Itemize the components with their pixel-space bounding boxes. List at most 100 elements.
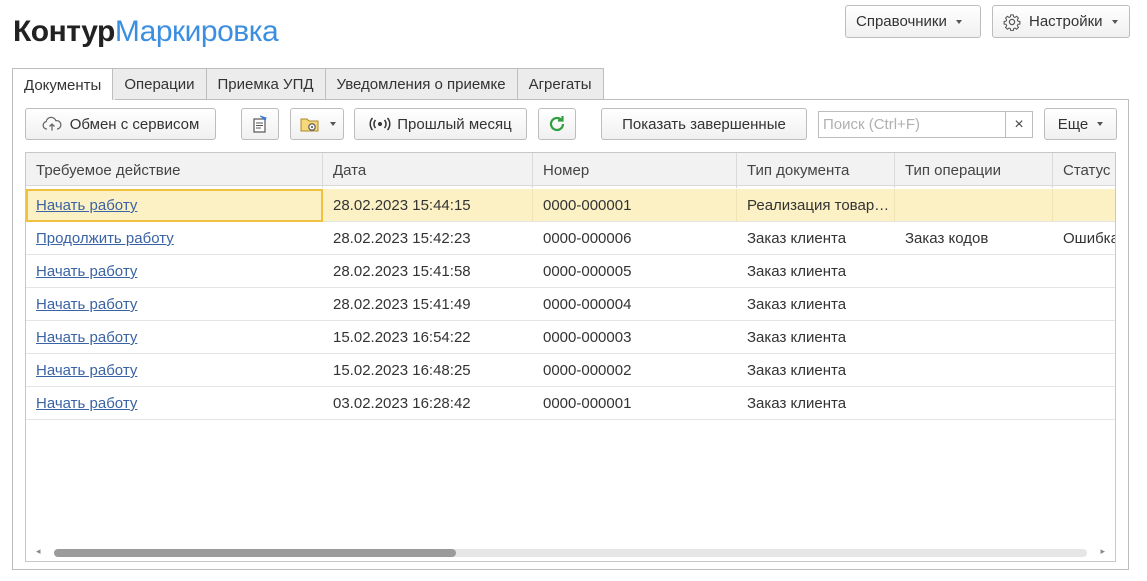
cell-doc-type: Заказ клиента (747, 230, 847, 247)
action-link[interactable]: Начать работу (36, 296, 137, 313)
tab-upd-acceptance[interactable]: Приемка УПД (205, 68, 326, 100)
exchange-label: Обмен с сервисом (69, 115, 200, 133)
cell-operation-type (895, 321, 1053, 354)
cell-action[interactable]: Начать работу (26, 387, 323, 420)
cell-status (1053, 288, 1115, 321)
column-header-action[interactable]: Требуемое действие (26, 153, 323, 188)
cell-date: 28.02.2023 15:41:58 (333, 263, 471, 280)
table-row[interactable]: Начать работу 28.02.2023 15:44:15 0000-000… (26, 189, 1115, 222)
cell-number: 0000-000001 (543, 395, 632, 412)
tab-aggregates[interactable]: Агрегаты (516, 68, 604, 100)
column-header-number[interactable]: Номер (533, 153, 737, 188)
table-row[interactable]: Начать работу 28.02.2023 15:41:58 0000-000… (26, 255, 1115, 288)
chevron-down-icon (329, 122, 336, 126)
references-label: Справочники (856, 13, 947, 30)
search-field: × (818, 111, 1033, 138)
cell-status (1053, 189, 1115, 222)
references-button[interactable]: Справочники (845, 5, 981, 38)
chevron-down-icon (1111, 19, 1118, 24)
cell-number: 0000-000002 (543, 362, 632, 379)
cell-doc-type: Заказ клиента (747, 329, 847, 346)
logo-part-1: Контур (13, 15, 115, 48)
cell-action[interactable]: Начать работу (26, 255, 323, 288)
show-completed-button[interactable]: Показать завершенные (601, 108, 807, 140)
show-completed-label: Показать завершенные (622, 115, 786, 133)
action-link[interactable]: Начать работу (36, 329, 137, 346)
cell-operation-type (895, 255, 1053, 288)
cell-number: 0000-000005 (543, 263, 632, 280)
cell-date: 28.02.2023 15:44:15 (323, 189, 533, 222)
more-button[interactable]: Еще (1044, 108, 1117, 140)
cell-doc-type: Заказ клиента (747, 362, 847, 379)
cell-operation-type (895, 387, 1053, 420)
broadcast-icon (369, 117, 391, 131)
scrollbar-thumb[interactable] (54, 549, 456, 557)
table-row[interactable]: Начать работу 15.02.2023 16:54:22 0000-000… (26, 321, 1115, 354)
column-header-operation-type[interactable]: Тип операции (895, 153, 1053, 188)
period-label: Прошлый месяц (397, 115, 512, 133)
column-header-doc-type[interactable]: Тип документа (737, 153, 895, 188)
cell-doc-type: Заказ клиента (747, 263, 847, 280)
action-link[interactable]: Начать работу (36, 263, 137, 280)
cell-status (1053, 354, 1115, 387)
settings-label: Настройки (1029, 13, 1103, 30)
report-button[interactable] (241, 108, 279, 140)
cell-action[interactable]: Продолжить работу (26, 222, 323, 255)
cell-doc-type: Заказ клиента (747, 296, 847, 313)
table-row[interactable]: Начать работу 15.02.2023 16:48:25 0000-000… (26, 354, 1115, 387)
cell-operation-type (895, 189, 1053, 222)
column-header-date[interactable]: Дата (323, 153, 533, 188)
chevron-down-icon (955, 19, 962, 24)
table-row[interactable]: Продолжить работу 28.02.2023 15:42:23 0000… (26, 222, 1116, 255)
folder-settings-button[interactable] (290, 108, 344, 140)
table-header: Требуемое действие Дата Номер Тип докуме… (26, 153, 1115, 188)
cell-date: 15.02.2023 16:54:22 (333, 329, 471, 346)
scroll-right-icon[interactable]: ▸ (1100, 546, 1105, 557)
cell-number: 0000-000004 (543, 296, 632, 313)
cell-number: 0000-000003 (543, 329, 632, 346)
period-button[interactable]: Прошлый месяц (354, 108, 527, 140)
cell-status (1053, 255, 1115, 288)
table-row[interactable]: Начать работу 28.02.2023 15:41:49 0000-000… (26, 288, 1115, 321)
cell-status (1053, 321, 1115, 354)
tab-bar: Документы Операции Приемка УПД Уведомлен… (12, 68, 604, 101)
column-header-status[interactable]: Статус (1053, 153, 1115, 188)
cell-date: 15.02.2023 16:48:25 (333, 362, 471, 379)
cell-number: 0000-000001 (533, 189, 737, 222)
refresh-icon (549, 116, 565, 132)
cell-date: 28.02.2023 15:42:23 (333, 230, 471, 247)
cell-operation-type: Заказ кодов (905, 230, 989, 247)
cell-operation-type (895, 354, 1053, 387)
clear-search-button[interactable]: × (1005, 112, 1032, 137)
tab-documents[interactable]: Документы (12, 68, 114, 101)
cell-action[interactable]: Начать работу (26, 354, 323, 387)
horizontal-scrollbar[interactable]: ◂ ▸ (26, 543, 1115, 561)
cell-operation-type (895, 288, 1053, 321)
report-icon (253, 115, 267, 133)
cell-action[interactable]: Начать работу (26, 321, 323, 354)
chevron-down-icon (1097, 122, 1104, 126)
settings-button[interactable]: Настройки (992, 5, 1130, 38)
cell-date: 03.02.2023 16:28:42 (333, 395, 471, 412)
tab-acceptance-notifications[interactable]: Уведомления о приемке (324, 68, 518, 100)
cloud-upload-icon (42, 116, 62, 131)
folder-gear-icon (300, 118, 318, 132)
refresh-button[interactable] (538, 108, 576, 140)
cell-status (1053, 387, 1115, 420)
cell-status: Ошибка (1063, 230, 1116, 247)
action-link[interactable]: Продолжить работу (36, 230, 174, 247)
action-link[interactable]: Начать работу (36, 395, 137, 412)
cell-action[interactable]: Начать работу (26, 189, 323, 222)
action-link[interactable]: Начать работу (36, 362, 137, 379)
search-input[interactable] (819, 112, 1005, 137)
scroll-left-icon[interactable]: ◂ (36, 546, 41, 557)
gear-icon (1003, 13, 1021, 31)
table-row[interactable]: Начать работу 03.02.2023 16:28:42 0000-000… (26, 387, 1115, 420)
logo-part-2: Маркировка (114, 15, 279, 48)
more-label: Еще (1057, 115, 1089, 133)
cell-action[interactable]: Начать работу (26, 288, 323, 321)
exchange-button[interactable]: Обмен с сервисом (25, 108, 216, 140)
tab-operations[interactable]: Операции (112, 68, 207, 100)
action-link[interactable]: Начать работу (36, 197, 137, 214)
cell-doc-type: Реализация товаров и услуг (737, 189, 895, 222)
